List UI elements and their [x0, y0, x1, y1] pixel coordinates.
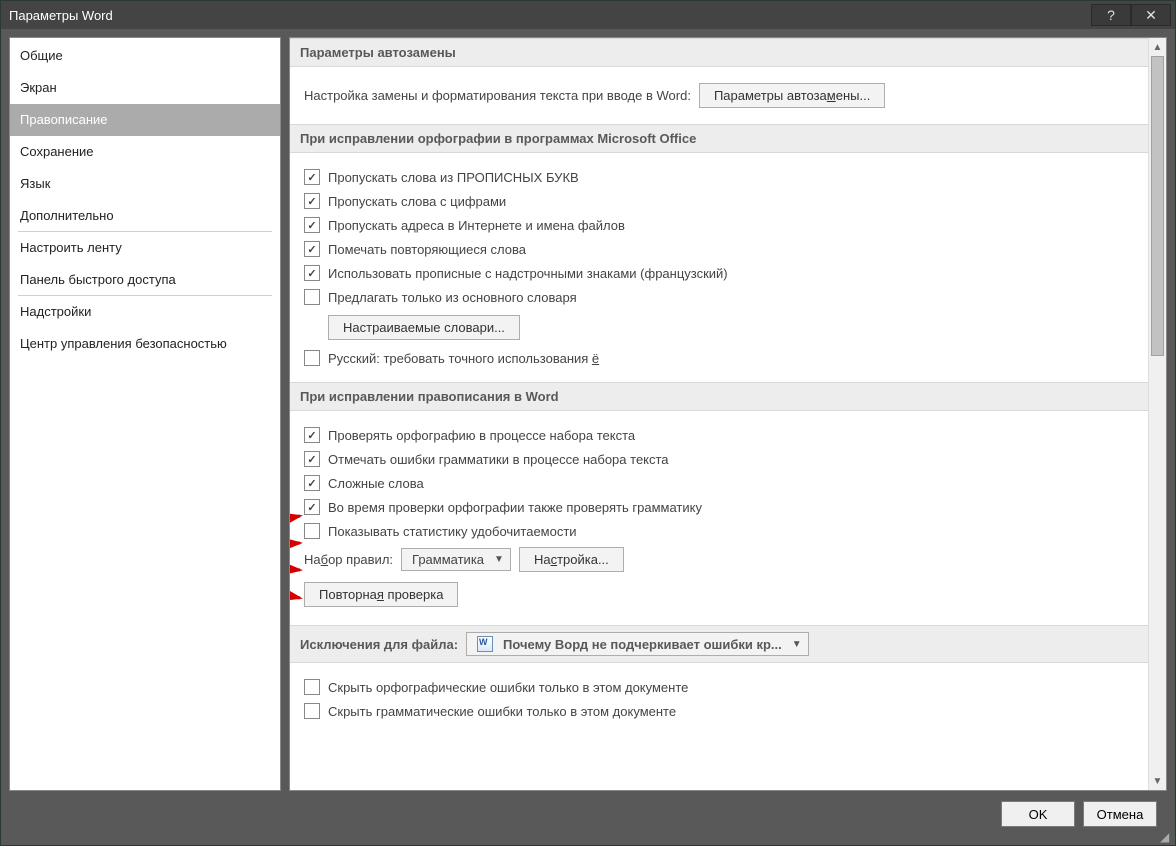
- options-dialog: Параметры Word ? ✕ Общие Экран Правописа…: [0, 0, 1176, 846]
- sidebar-item-customize-ribbon[interactable]: Настроить ленту: [10, 232, 280, 264]
- section-word-spell-header: При исправлении правописания в Word: [290, 382, 1148, 411]
- close-button[interactable]: ✕: [1131, 4, 1171, 26]
- ruleset-combo[interactable]: Грамматика▼: [401, 548, 511, 571]
- scroll-down-icon[interactable]: ▼: [1149, 772, 1166, 790]
- sidebar-item-advanced[interactable]: Дополнительно: [10, 200, 280, 232]
- checkbox-skip-uppercase[interactable]: [304, 169, 320, 185]
- grammar-settings-button[interactable]: Настройка...: [519, 547, 624, 572]
- checkbox-hide-grammar-errors[interactable]: [304, 703, 320, 719]
- sidebar-item-save[interactable]: Сохранение: [10, 136, 280, 168]
- resize-grip-icon: ◢: [1160, 830, 1174, 844]
- scroll-up-icon[interactable]: ▲: [1149, 38, 1166, 56]
- checkbox-main-dict-only[interactable]: [304, 289, 320, 305]
- vertical-scrollbar[interactable]: ▲ ▼: [1148, 38, 1166, 790]
- checkbox-skip-numbers[interactable]: [304, 193, 320, 209]
- section-exceptions-header: Исключения для файла: Почему Ворд не под…: [290, 625, 1148, 663]
- checkbox-flag-repeated[interactable]: [304, 241, 320, 257]
- titlebar: Параметры Word ? ✕: [1, 1, 1175, 29]
- checkbox-hide-spelling-errors[interactable]: [304, 679, 320, 695]
- word-document-icon: [477, 636, 493, 652]
- recheck-button[interactable]: Повторная проверка: [304, 582, 458, 607]
- checkbox-french-accents[interactable]: [304, 265, 320, 281]
- section-office-spell-header: При исправлении орфографии в программах …: [290, 124, 1148, 153]
- autocorrect-desc: Настройка замены и форматирования текста…: [304, 88, 691, 103]
- custom-dictionaries-button[interactable]: Настраиваемые словари...: [328, 315, 520, 340]
- sidebar-item-language[interactable]: Язык: [10, 168, 280, 200]
- sidebar-item-general[interactable]: Общие: [10, 40, 280, 72]
- chevron-down-icon: ▼: [792, 639, 802, 650]
- checkbox-skip-urls[interactable]: [304, 217, 320, 233]
- checkbox-grammar-with-spelling[interactable]: [304, 499, 320, 515]
- window-title: Параметры Word: [9, 8, 113, 23]
- checkbox-mark-grammar-typing[interactable]: [304, 451, 320, 467]
- scrollbar-thumb[interactable]: [1151, 56, 1164, 356]
- dialog-footer: OK Отмена ◢: [9, 791, 1167, 837]
- cancel-button[interactable]: Отмена: [1083, 801, 1157, 827]
- sidebar-item-proofing[interactable]: Правописание: [10, 104, 280, 136]
- checkbox-readability-stats[interactable]: [304, 523, 320, 539]
- content-panel: Параметры автозамены Настройка замены и …: [290, 38, 1148, 790]
- checkbox-complex-words[interactable]: [304, 475, 320, 491]
- ruleset-label: Набор правил:: [304, 552, 393, 567]
- sidebar-item-addins[interactable]: Надстройки: [10, 296, 280, 328]
- sidebar-item-trust-center[interactable]: Центр управления безопасностью: [10, 328, 280, 360]
- sidebar-item-display[interactable]: Экран: [10, 72, 280, 104]
- autocorrect-options-button[interactable]: Параметры автозамены...: [699, 83, 885, 108]
- checkbox-check-spelling-typing[interactable]: [304, 427, 320, 443]
- chevron-down-icon: ▼: [494, 554, 504, 565]
- exceptions-file-combo[interactable]: Почему Ворд не подчеркивает ошибки кр...…: [466, 632, 809, 656]
- help-button[interactable]: ?: [1091, 4, 1131, 26]
- ok-button[interactable]: OK: [1001, 801, 1075, 827]
- category-sidebar: Общие Экран Правописание Сохранение Язык…: [9, 37, 281, 791]
- checkbox-russian-yo[interactable]: [304, 350, 320, 366]
- sidebar-item-quick-access[interactable]: Панель быстрого доступа: [10, 264, 280, 296]
- section-autocorrect-header: Параметры автозамены: [290, 38, 1148, 67]
